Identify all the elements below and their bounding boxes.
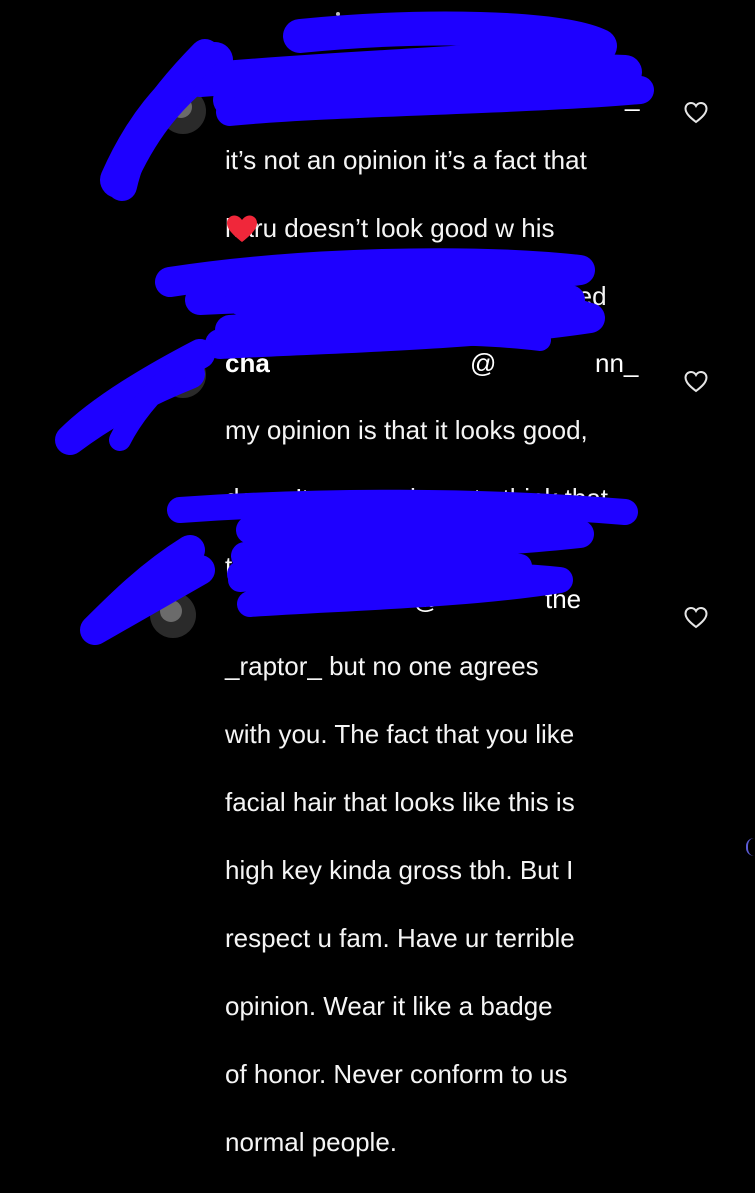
mention-tail[interactable]: nn_ [595,346,638,380]
comment-line: of honor. Never conform to us [225,1059,568,1089]
like-heart-icon[interactable] [683,605,709,631]
like-heart-icon[interactable] [683,100,709,126]
mention-text[interactable]: @ [368,82,394,112]
comment-text: my opinion is that it looks good, doesn’… [225,379,665,617]
comment-line: my opinion is that it looks good, [225,415,588,445]
username-text[interactable]: emilyjohn_ [225,82,361,112]
mention-text[interactable]: @ [413,582,439,616]
comment-line: _raptor_ but no one agrees [225,651,539,681]
like-heart-icon[interactable] [683,369,709,395]
red-heart-emoji-icon [227,215,257,242]
comment-line: mustache love, don’t get pressed [225,281,607,311]
comment-line: haru doesn’t look good w his [225,213,555,243]
mention-tail[interactable]: the [545,582,581,616]
comment-line: normal people. [225,1127,397,1157]
username-text[interactable]: cha [225,348,270,378]
comment-line: tio [225,551,253,581]
avatar[interactable] [160,88,206,134]
comment-line: high key kinda gross tbh. But I [225,855,574,885]
comment-line: facial hair that looks like this is [225,787,575,817]
avatar[interactable] [150,592,196,638]
comment-text: it’s not an opinion it’s a fact that har… [225,109,665,347]
comment-meta[interactable]: undo [500,494,540,515]
avatar[interactable] [160,352,206,398]
top-dot [336,12,340,16]
mention-text[interactable]: @ [470,346,496,380]
comment-username[interactable]: cha @ nn_ [225,346,638,380]
comment-meta[interactable]: 2 [225,258,235,279]
comment-line: it’s not an opinion it’s a fact that [225,145,587,175]
comment-line: opinion. Wear it like a badge [225,991,553,1021]
comment-line: doesn’t mean u have to think that [225,483,609,513]
username-text[interactable]: arttab [315,582,387,616]
comment-text: _raptor_ but no one agrees with you. The… [225,615,665,1193]
comment-line: respect u fam. Have ur terrible [225,923,575,953]
comment-line: with you. The fact that you like [225,719,575,749]
scroll-edge-mark [746,838,755,856]
